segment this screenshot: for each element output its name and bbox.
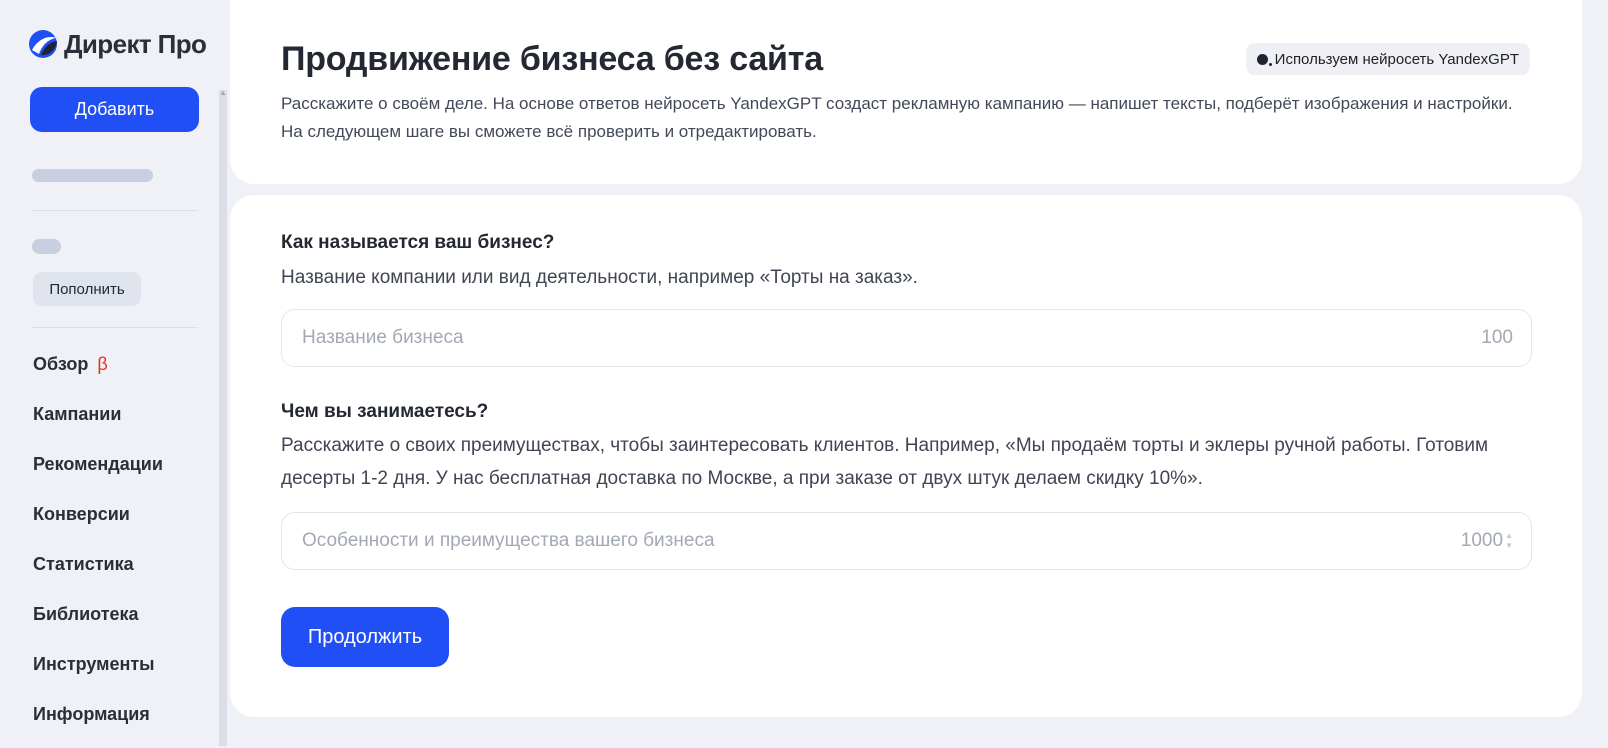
sidebar-item-conversions[interactable]: Конверсии [33,498,163,548]
business-description-hint: Расскажите о своих преимуществах, чтобы … [281,435,1489,489]
business-name-label: Как называется ваш бизнес? [281,232,555,253]
intro-text: Расскажите о своём деле. На основе ответ… [281,94,1513,141]
sidebar-divider [32,210,198,211]
business-description-label: Чем вы занимаетесь? [281,401,489,422]
balance-placeholder [32,239,61,254]
sidebar-item-label: Библиотека [33,604,139,624]
business-description-counter: 1000 [1460,530,1504,551]
scroll-up-icon[interactable]: ▲ [219,88,227,98]
sidebar-nav: Обзор β Кампании Рекомендации Конверсии … [33,348,163,748]
logo-text: Директ Про [64,28,207,59]
account-placeholder [32,169,153,182]
sidebar-item-overview[interactable]: Обзор β [33,348,163,398]
sidebar-item-label: Рекомендации [33,454,163,474]
business-name-field[interactable]: 100 [281,309,1532,367]
business-name-hint: Название компании или вид деятельности, … [281,267,918,288]
sidebar-item-statistics[interactable]: Статистика [33,548,163,598]
yandexgpt-badge-label: Используем нейросеть YandexGPT [1274,50,1519,68]
direct-logo-icon [29,30,57,58]
sidebar-item-library[interactable]: Библиотека [33,598,163,648]
business-description-field[interactable]: 1000 ▲▼ [281,512,1532,570]
sidebar-item-label: Статистика [33,554,134,574]
sidebar-item-label: Конверсии [33,504,130,524]
beta-badge: β [97,354,108,374]
business-description-input[interactable] [300,529,1461,553]
yandexgpt-badge: Используем нейросеть YandexGPT [1245,43,1530,75]
sidebar-item-label: Кампании [33,404,122,424]
topup-button[interactable]: Пополнить [33,272,141,306]
add-button[interactable]: Добавить [30,87,199,132]
sidebar-scrollbar[interactable] [219,90,227,746]
form-card: Как называется ваш бизнес? Название комп… [230,195,1582,717]
neural-network-icon [1256,53,1272,66]
sidebar-item-tools[interactable]: Инструменты [33,648,163,698]
page-title: Продвижение бизнеса без сайта [281,40,823,78]
sidebar-item-label: Инструменты [33,654,155,674]
header-card: Продвижение бизнеса без сайта Используем… [230,0,1582,184]
logo[interactable]: Директ Про [28,28,207,60]
sidebar-item-campaigns[interactable]: Кампании [33,398,163,448]
sidebar-item-label: Информация [33,704,150,724]
resize-handle-icon[interactable]: ▲ ▼ [1505,531,1513,551]
sidebar-item-label: Обзор [33,354,89,374]
continue-button[interactable]: Продолжить [281,607,449,667]
sidebar-item-info[interactable]: Информация [33,698,163,748]
business-name-counter: 100 [1481,327,1513,348]
sidebar-divider [32,327,198,328]
sidebar-item-recommendations[interactable]: Рекомендации [33,448,163,498]
sidebar: Директ Про Добавить Пополнить Обзор β Ка… [0,0,227,748]
business-name-input[interactable] [300,326,1482,350]
